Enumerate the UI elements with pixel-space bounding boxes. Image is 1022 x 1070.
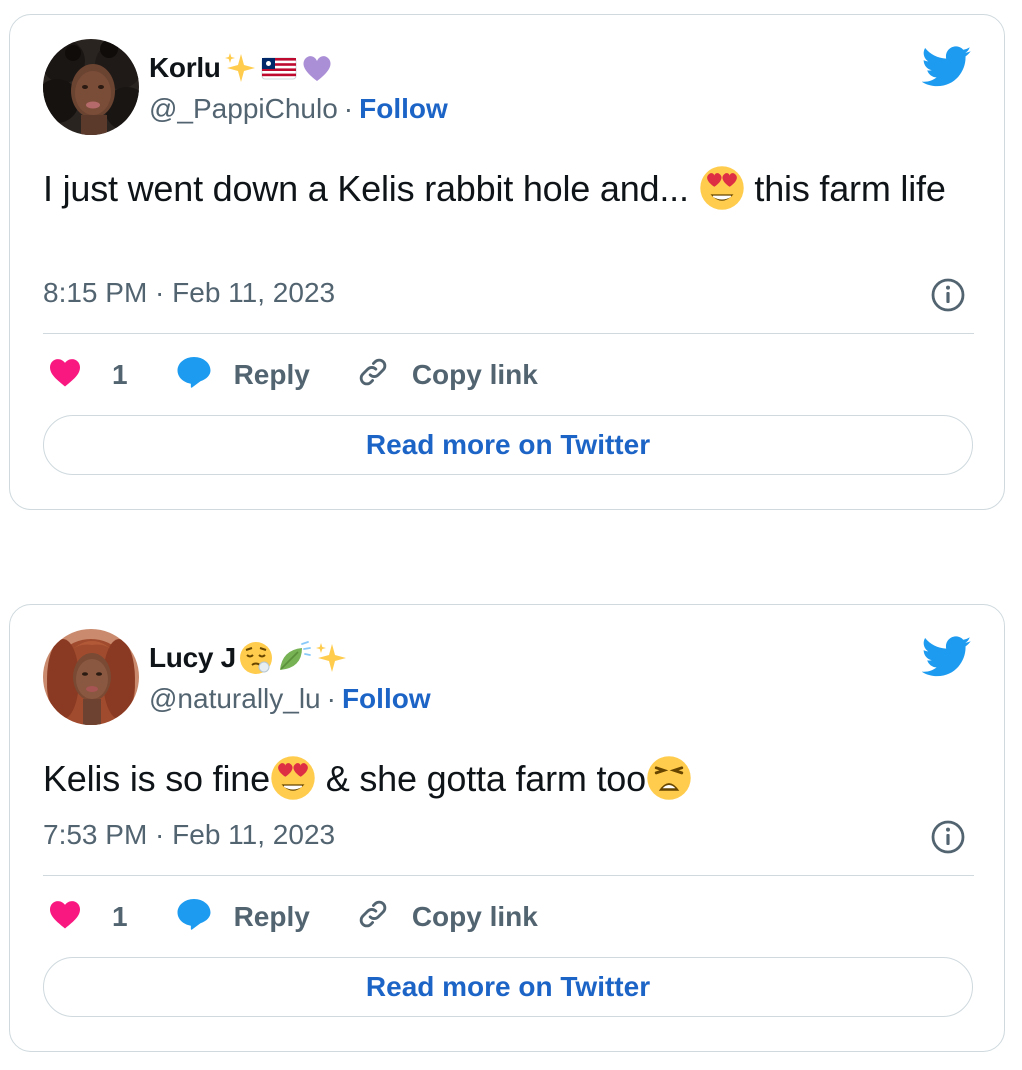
tweet-text: Kelis is so fine & she gotta farm too	[43, 755, 974, 803]
info-icon[interactable]	[930, 277, 966, 313]
reply-bubble-icon	[176, 355, 212, 396]
tweet-card[interactable]: Lucy J @naturally_lu · Follow Kelis is s…	[9, 604, 1005, 1052]
weary-face-emoji	[646, 755, 692, 801]
avatar[interactable]	[43, 39, 139, 135]
follow-button[interactable]: Follow	[359, 93, 448, 125]
copy-link-button[interactable]: Copy link	[356, 897, 538, 938]
like-button[interactable]: 1	[48, 357, 128, 394]
reply-bubble-icon	[176, 897, 212, 938]
reply-label: Reply	[233, 901, 310, 932]
author-name[interactable]: Lucy J	[149, 642, 236, 674]
like-count: 1	[112, 359, 128, 390]
twitter-bird-icon[interactable]	[921, 45, 972, 89]
like-button[interactable]: 1	[48, 899, 128, 936]
divider	[43, 333, 974, 334]
author-name[interactable]: Korlu	[149, 52, 221, 84]
link-icon	[356, 897, 390, 938]
info-icon[interactable]	[930, 819, 966, 855]
tweet-text-part2: & she gotta farm too	[325, 758, 646, 799]
copy-link-button[interactable]: Copy link	[356, 355, 538, 396]
separator-dot: ·	[326, 683, 336, 714]
relieved-sleepy-emoji	[238, 640, 274, 676]
tweet-text-part1: Kelis is so fine	[43, 758, 270, 799]
tweet-text-part2: this farm life	[754, 168, 946, 209]
link-icon	[356, 355, 390, 396]
reply-button[interactable]: Reply	[176, 897, 310, 938]
divider	[43, 875, 974, 876]
like-count: 1	[112, 901, 128, 932]
separator-dot: ·	[343, 93, 354, 124]
reply-button[interactable]: Reply	[176, 355, 310, 396]
twitter-bird-icon[interactable]	[921, 635, 972, 679]
tweet-timestamp[interactable]: 8:15 PM · Feb 11, 2023	[43, 277, 335, 309]
heart-eyes-emoji	[270, 755, 316, 801]
tweet-text-part1: I just went down a Kelis rabbit hole and…	[43, 168, 689, 209]
copy-link-label: Copy link	[411, 359, 538, 390]
author-handle[interactable]: @_PappiChulo	[149, 93, 338, 125]
heart-eyes-emoji	[699, 165, 745, 211]
tweet-text: I just went down a Kelis rabbit hole and…	[43, 165, 974, 213]
copy-link-label: Copy link	[411, 901, 538, 932]
read-more-button[interactable]: Read more on Twitter	[43, 957, 973, 1017]
tweet-card[interactable]: Korlu @_PappiChulo · Follow I just went …	[9, 14, 1005, 510]
author-handle[interactable]: @naturally_lu	[149, 683, 321, 715]
sparkles-emoji	[314, 640, 350, 676]
purple-heart-emoji	[299, 50, 335, 86]
heart-icon	[48, 357, 82, 394]
sparkles-emoji	[223, 50, 259, 86]
follow-button[interactable]: Follow	[342, 683, 431, 715]
tweet-timestamp[interactable]: 7:53 PM · Feb 11, 2023	[43, 819, 335, 851]
avatar[interactable]	[43, 629, 139, 725]
liberia-flag-emoji	[261, 50, 297, 86]
reply-label: Reply	[233, 359, 310, 390]
heart-icon	[48, 899, 82, 936]
read-more-button[interactable]: Read more on Twitter	[43, 415, 973, 475]
leaf-fluttering-emoji	[276, 640, 312, 676]
